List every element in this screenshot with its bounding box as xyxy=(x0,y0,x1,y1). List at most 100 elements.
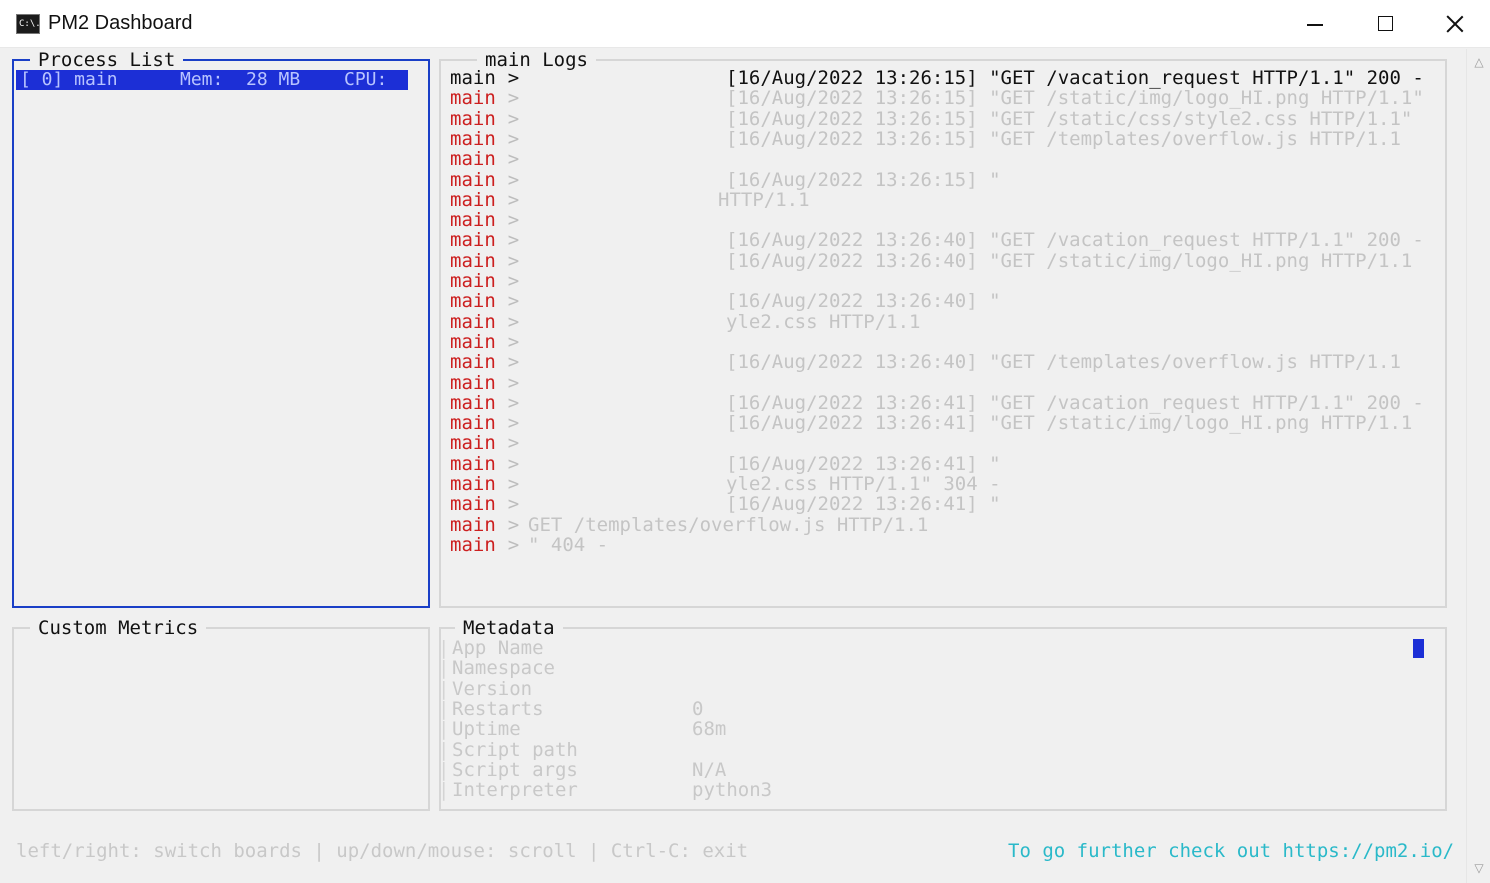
log-source: main xyxy=(450,270,496,292)
process-id: [ 0] main xyxy=(20,69,118,90)
log-message: [16/Aug/2022 13:26:40] " xyxy=(726,290,1001,312)
metadata-label: Namespace xyxy=(452,657,555,679)
log-line: main > xyxy=(450,433,1450,453)
log-source: main xyxy=(450,169,496,191)
log-message: [16/Aug/2022 13:26:15] "GET /templates/o… xyxy=(726,128,1401,150)
log-arrow: > xyxy=(507,392,520,414)
process-row-main[interactable]: [ 0] main Mem: 28 MB CPU: xyxy=(16,70,408,90)
minimize-button[interactable] xyxy=(1280,0,1350,48)
log-arrow: > xyxy=(507,209,520,231)
metadata-panel[interactable]: Metadata xyxy=(439,617,1447,811)
metadata-title: Metadata xyxy=(455,617,563,639)
vertical-scrollbar[interactable]: △ ▽ xyxy=(1466,49,1490,883)
custom-metrics-panel[interactable]: Custom Metrics xyxy=(12,617,430,811)
log-arrow: > xyxy=(507,270,520,292)
metadata-value: python3 xyxy=(692,779,773,801)
log-source: main xyxy=(450,148,496,170)
log-message: [16/Aug/2022 13:26:15] "GET /vacation_re… xyxy=(726,67,1424,89)
log-message: [16/Aug/2022 13:26:15] "GET /static/css/… xyxy=(726,108,1413,130)
log-source: main xyxy=(450,189,496,211)
minimize-icon xyxy=(1307,24,1323,26)
log-line: main > [16/Aug/2022 13:26:40] " xyxy=(450,291,1450,311)
terminal-cursor xyxy=(1413,639,1424,658)
scroll-up-icon[interactable]: △ xyxy=(1472,55,1486,69)
maximize-icon xyxy=(1378,16,1393,31)
metadata-row-separator: | xyxy=(438,759,450,781)
log-source: main xyxy=(450,351,496,373)
log-line: main > xyxy=(450,373,1450,393)
metadata-label: Restarts xyxy=(452,698,544,720)
log-line: main > [16/Aug/2022 13:26:15] " xyxy=(450,170,1450,190)
log-source: main xyxy=(450,473,496,495)
log-message: yle2.css HTTP/1.1" 304 - xyxy=(726,473,1001,495)
log-line: main > [16/Aug/2022 13:26:40] "GET /templa… xyxy=(450,352,1450,372)
log-source: main xyxy=(450,67,496,89)
log-message: [16/Aug/2022 13:26:41] "GET /vacation_re… xyxy=(726,392,1424,414)
log-line: main > xyxy=(450,332,1450,352)
log-source: main xyxy=(450,392,496,414)
log-source: main xyxy=(450,514,496,536)
log-line: main > [16/Aug/2022 13:26:40] "GET /static… xyxy=(450,251,1450,271)
log-source: main xyxy=(450,250,496,272)
log-arrow: > xyxy=(507,432,520,454)
log-arrow: > xyxy=(507,514,520,536)
console-icon: C:\. xyxy=(16,14,41,34)
log-line: main > yle2.css HTTP/1.1" 304 - xyxy=(450,474,1450,494)
log-message: GET /templates/overflow.js HTTP/1.1 xyxy=(528,514,929,536)
log-line: main > [16/Aug/2022 13:26:41] "GET /static… xyxy=(450,413,1450,433)
log-arrow: > xyxy=(507,148,520,170)
log-message: [16/Aug/2022 13:26:15] " xyxy=(726,169,1001,191)
pm2-link[interactable]: To go further check out https://pm2.io/ xyxy=(1008,840,1454,862)
log-source: main xyxy=(450,412,496,434)
title-bar: C:\. PM2 Dashboard xyxy=(0,0,1490,48)
log-arrow: > xyxy=(507,351,520,373)
log-arrow: > xyxy=(507,67,520,89)
log-source: main xyxy=(450,128,496,150)
log-arrow: > xyxy=(507,250,520,272)
metadata-label: Script path xyxy=(452,739,578,761)
process-mem-value: 28 MB xyxy=(246,69,301,90)
close-button[interactable] xyxy=(1420,0,1490,48)
metadata-value: 0 xyxy=(692,698,704,720)
log-source: main xyxy=(450,453,496,475)
log-message: [16/Aug/2022 13:26:41] "GET /static/img/… xyxy=(726,412,1413,434)
log-line: main > xyxy=(450,149,1450,169)
log-source: main xyxy=(450,311,496,333)
log-line: main > HTTP/1.1 xyxy=(450,190,1450,210)
maximize-button[interactable] xyxy=(1350,0,1420,48)
log-source: main xyxy=(450,290,496,312)
metadata-row-separator: | xyxy=(438,779,450,801)
log-arrow: > xyxy=(507,169,520,191)
log-arrow: > xyxy=(507,128,520,150)
log-arrow: > xyxy=(507,290,520,312)
metadata-label: Version xyxy=(452,678,533,700)
log-arrow: > xyxy=(507,311,520,333)
close-icon xyxy=(1446,15,1464,33)
metadata-label: Uptime xyxy=(452,718,521,740)
log-message: [16/Aug/2022 13:26:40] "GET /static/img/… xyxy=(726,250,1413,272)
metadata-value: 68m xyxy=(692,718,727,740)
log-source: main xyxy=(450,493,496,515)
metadata-row-separator: | xyxy=(438,657,450,679)
footer-help-text: left/right: switch boards | up/down/mous… xyxy=(16,840,749,862)
log-line: main > xyxy=(450,271,1450,291)
log-source: main xyxy=(450,534,496,556)
log-message: " 404 - xyxy=(528,534,609,556)
log-line: main > [16/Aug/2022 13:26:15] "GET /static… xyxy=(450,88,1450,108)
log-arrow: > xyxy=(507,372,520,394)
metadata-label: Interpreter xyxy=(452,779,578,801)
log-arrow: > xyxy=(507,331,520,353)
window-title: PM2 Dashboard xyxy=(48,12,193,34)
log-source: main xyxy=(450,229,496,251)
process-cpu-label: CPU: xyxy=(344,69,388,90)
process-list-panel[interactable]: Process List [ 0] main Mem: 28 MB CPU: xyxy=(12,49,430,608)
metadata-row-separator: | xyxy=(438,637,450,659)
log-source: main xyxy=(450,372,496,394)
log-line: main > " 404 - xyxy=(450,535,1450,555)
scroll-down-icon[interactable]: ▽ xyxy=(1472,861,1486,875)
log-source: main xyxy=(450,209,496,231)
metadata-row-separator: | xyxy=(438,678,450,700)
log-line: main > GET /templates/overflow.js HTTP/1.1 xyxy=(450,515,1450,535)
log-message: yle2.css HTTP/1.1 xyxy=(726,311,921,333)
log-arrow: > xyxy=(507,87,520,109)
